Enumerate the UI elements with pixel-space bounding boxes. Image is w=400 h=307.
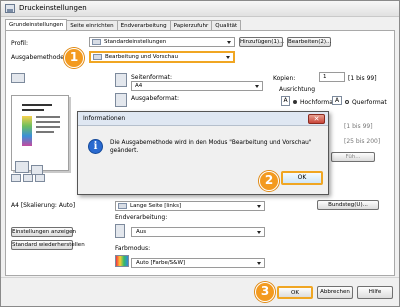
step-marker-1: 1 bbox=[64, 48, 84, 68]
edit-profile-button[interactable]: Bearbeiten(2)... bbox=[287, 37, 331, 47]
chevron-down-icon bbox=[257, 262, 261, 265]
cancel-button[interactable]: Abbrechen bbox=[317, 286, 353, 299]
finish-button[interactable]: Füh... bbox=[331, 152, 375, 162]
portrait-label: Hochformat bbox=[300, 99, 336, 106]
window-title: Druckeinstellungen bbox=[19, 4, 87, 12]
preview-caption: A4 [Skalierung: Auto] bbox=[11, 202, 76, 209]
dialog-message: Die Ausgabemethode wird in den Modus "Be… bbox=[110, 140, 312, 154]
chevron-down-icon bbox=[257, 231, 261, 234]
finishing-label: Endverarbeitung: bbox=[115, 214, 168, 221]
chevron-down-icon bbox=[226, 56, 230, 59]
dialog-title: Informationen bbox=[78, 112, 328, 126]
info-icon: i bbox=[88, 139, 103, 154]
help-button[interactable]: Hilfe bbox=[357, 286, 393, 299]
output-format-icon bbox=[115, 93, 127, 107]
restore-defaults-button[interactable]: Standard wiederherstellen bbox=[11, 240, 85, 250]
dialog-ok-button[interactable]: OK bbox=[281, 171, 323, 185]
landscape-radio[interactable] bbox=[345, 100, 349, 104]
orientation-label: Ausrichtung bbox=[279, 86, 316, 93]
add-profile-button[interactable]: Hinzufügen(1)... bbox=[239, 37, 284, 47]
chevron-down-icon bbox=[255, 85, 259, 88]
output-format-label: Ausgabeformat: bbox=[131, 95, 180, 102]
color-mode-icon bbox=[115, 255, 129, 267]
output-method-value: Bearbeitung und Vorschau bbox=[105, 54, 178, 60]
finishing-value: Aus bbox=[136, 229, 147, 235]
profile-label: Profil: bbox=[11, 40, 28, 47]
output-method-icon bbox=[93, 54, 102, 60]
page-format-value: A4 bbox=[135, 83, 143, 89]
portrait-radio[interactable] bbox=[293, 100, 297, 104]
footer-separator bbox=[1, 277, 399, 278]
binding-value: Lange Seite [links] bbox=[130, 203, 182, 209]
page-format-select[interactable]: A4 bbox=[131, 81, 263, 91]
copies-label: Kopien: bbox=[273, 75, 296, 82]
page-format-label: Seitenformat: bbox=[131, 74, 173, 81]
chevron-down-icon bbox=[257, 205, 261, 208]
title-bar: Druckeinstellungen bbox=[1, 1, 399, 17]
step-marker-3: 3 bbox=[255, 282, 275, 302]
view-toggle-icon[interactable] bbox=[11, 174, 21, 182]
landscape-label: Querformat bbox=[352, 99, 387, 106]
copies-input[interactable]: 1 bbox=[319, 72, 345, 82]
profile-value: Standardeinstellungen bbox=[104, 39, 167, 45]
page-format-icon bbox=[115, 73, 127, 87]
color-mode-label: Farbmodus: bbox=[115, 245, 151, 252]
profile-select[interactable]: Standardeinstellungen bbox=[89, 37, 235, 47]
ok-button[interactable]: OK bbox=[277, 286, 313, 299]
step-marker-2: 2 bbox=[259, 171, 279, 191]
output-method-select[interactable]: Bearbeitung und Vorschau bbox=[89, 51, 235, 63]
view-toggle-icon[interactable] bbox=[35, 174, 45, 182]
finishing-icon bbox=[115, 224, 125, 238]
color-mode-select[interactable]: Auto [Farbe/S&W] bbox=[131, 258, 265, 268]
zoom-range: [25 bis 200] bbox=[344, 138, 381, 145]
landscape-letter-icon: A bbox=[332, 96, 342, 105]
finishing-select[interactable]: Aus bbox=[131, 227, 265, 237]
copies-range: [1 bis 99] bbox=[348, 75, 377, 82]
view-toggle-icon[interactable] bbox=[23, 174, 33, 182]
profile-icon bbox=[92, 39, 101, 45]
printer-icon bbox=[5, 4, 15, 13]
copies-value: 1 bbox=[323, 74, 327, 80]
printer-icon bbox=[15, 161, 29, 173]
information-dialog: Informationen ✕ i Die Ausgabemethode wir… bbox=[77, 111, 329, 195]
binding-select[interactable]: Lange Seite [links] bbox=[115, 201, 265, 211]
show-settings-button[interactable]: Einstellungen anzeigen bbox=[11, 227, 76, 237]
print-settings-window: Druckeinstellungen Grundeinstellungen Se… bbox=[0, 0, 400, 307]
gutter-button[interactable]: Bundsteg(U)... bbox=[317, 200, 379, 210]
close-icon[interactable]: ✕ bbox=[308, 114, 325, 124]
portrait-letter-icon: A bbox=[281, 96, 290, 106]
binding-icon bbox=[118, 203, 127, 209]
color-mode-value: Auto [Farbe/S&W] bbox=[136, 260, 186, 266]
side-range: [1 bis 99] bbox=[344, 123, 373, 130]
chevron-down-icon bbox=[227, 41, 231, 44]
preview-view-icon[interactable] bbox=[11, 73, 25, 83]
output-method-label: Ausgabemethode: bbox=[11, 54, 66, 61]
page-preview bbox=[11, 95, 69, 171]
